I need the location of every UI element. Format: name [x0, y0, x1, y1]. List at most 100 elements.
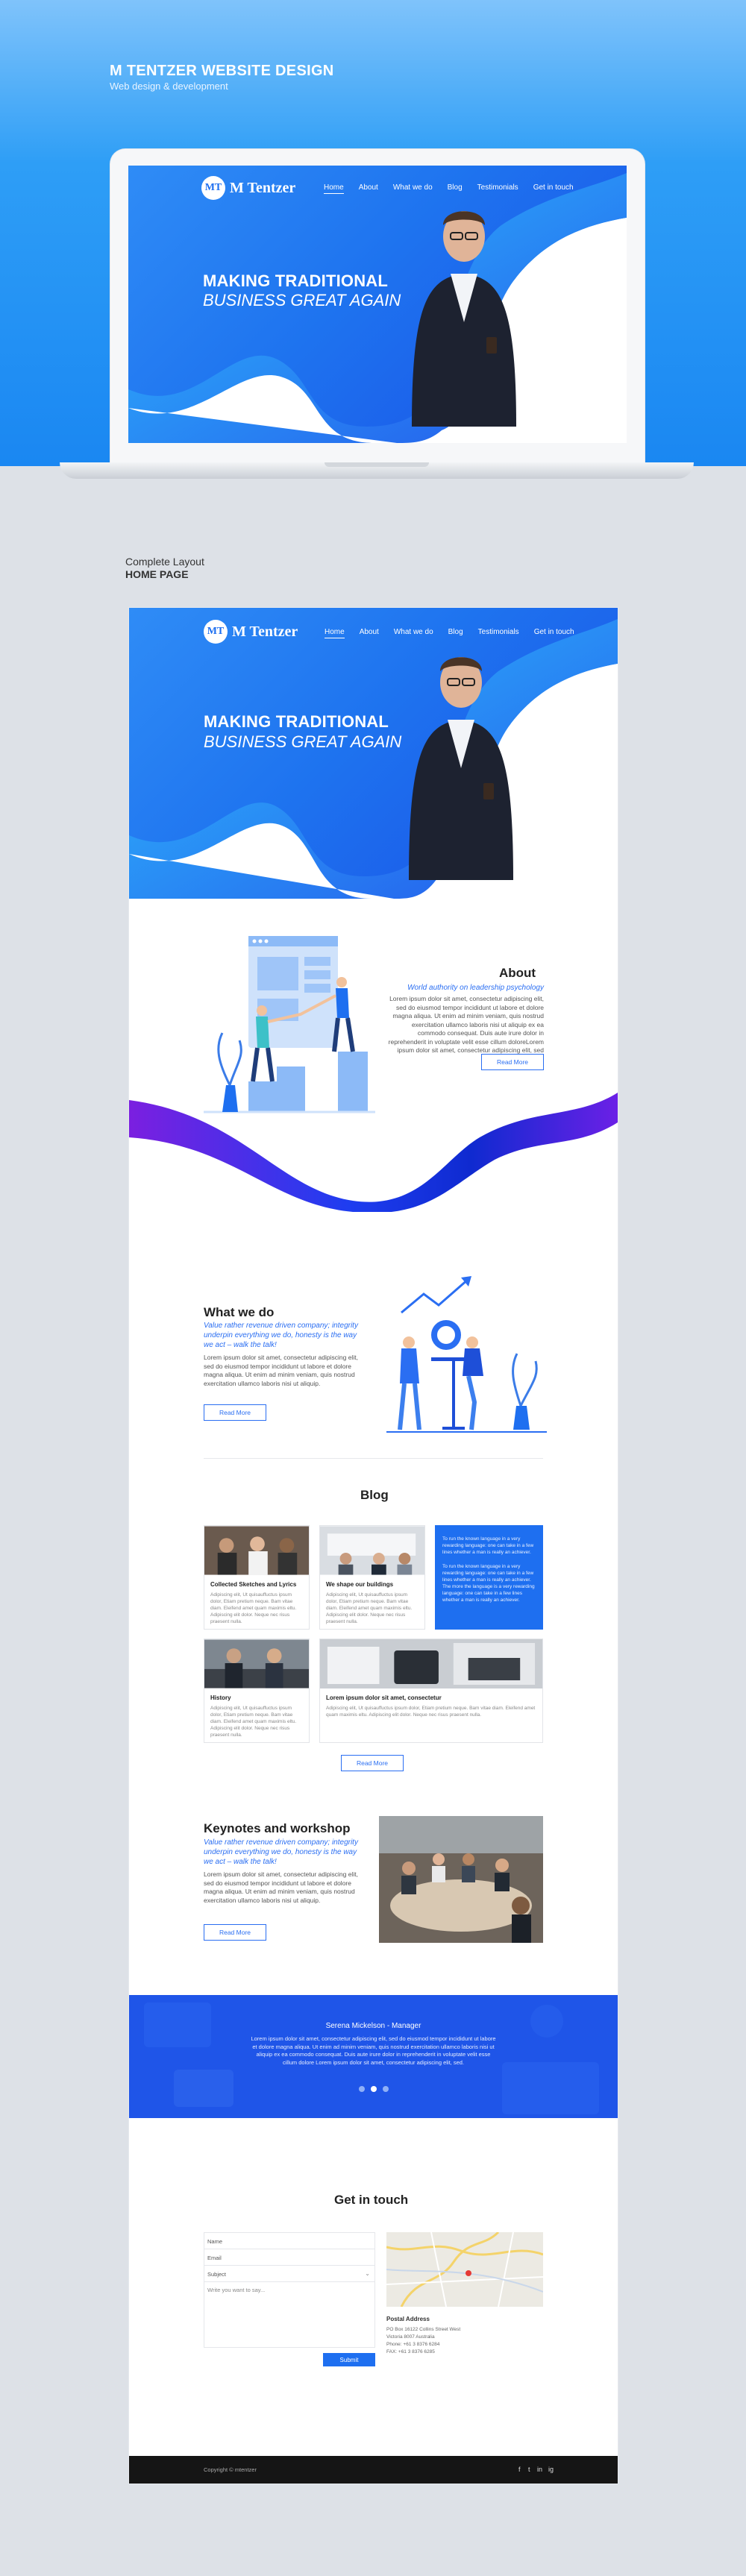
- layout-label-line2: HOME PAGE: [125, 568, 189, 580]
- nav-testimonials[interactable]: Testimonials: [477, 183, 518, 194]
- slider-dot-1[interactable]: [358, 2086, 365, 2092]
- page-hero: MT M Tentzer Home About What we do Blog …: [129, 608, 618, 899]
- page-nav-what-we-do[interactable]: What we do: [394, 628, 433, 638]
- nav-what-we-do[interactable]: What we do: [393, 183, 433, 194]
- blog-card-4-image: [320, 1639, 542, 1688]
- slider-dot-3[interactable]: [382, 2086, 389, 2092]
- submit-button[interactable]: Submit: [323, 2353, 375, 2366]
- blog-card-3-image: [204, 1639, 309, 1688]
- instagram-icon[interactable]: ig: [548, 2466, 554, 2473]
- whatwedo-title: What we do: [204, 1305, 275, 1319]
- hero-title-line1: MAKING TRADITIONAL: [203, 271, 389, 290]
- page-logo[interactable]: MT M Tentzer: [204, 620, 298, 644]
- chevron-down-icon: ⌄: [365, 2270, 370, 2277]
- keynotes-photo: [379, 1816, 543, 1943]
- page-nav-blog[interactable]: Blog: [448, 628, 463, 638]
- whatwedo-subtitle: Value rather revenue driven company; int…: [204, 1322, 358, 1349]
- nav-blog[interactable]: Blog: [448, 183, 463, 194]
- nav-about[interactable]: About: [359, 183, 378, 194]
- message-textarea[interactable]: Write you want to say...: [204, 2282, 374, 2349]
- businessman-photo: [412, 211, 516, 427]
- page-hero-line2: BUSINESS GREAT AGAIN: [204, 732, 402, 751]
- contact-map[interactable]: [386, 2232, 543, 2307]
- footer: Copyright © mtentzer f t in ig: [129, 2456, 618, 2484]
- site-nav: Home About What we do Blog Testimonials …: [324, 183, 574, 194]
- page-nav-about[interactable]: About: [360, 628, 379, 638]
- about-body: Lorem ipsum dolor sit amet, consectetur …: [388, 995, 544, 1054]
- page-logo-mark-icon: MT: [204, 620, 228, 644]
- whatwedo-read-more-button[interactable]: Read More: [204, 1404, 266, 1421]
- whatwedo-illustration: [386, 1276, 547, 1433]
- blog-card-2[interactable]: We shape our buildings Adipiscing elit, …: [319, 1525, 425, 1630]
- blog-card-4-body: Adipiscing elit, Ut quisauffuctus ipsum …: [326, 1706, 536, 1718]
- blog-card-3-title: History: [210, 1694, 231, 1701]
- laptop-notch: [325, 462, 429, 467]
- banner-subtitle: Web design & development: [110, 81, 228, 92]
- about-read-more-button[interactable]: Read More: [481, 1054, 544, 1070]
- keynotes-title: Keynotes and workshop: [204, 1821, 351, 1835]
- full-page-mockup: MT M Tentzer Home About What we do Blog …: [129, 608, 618, 2484]
- footer-copyright: Copyright © mtentzer: [204, 2466, 257, 2473]
- ribbon-divider: [129, 1093, 618, 1212]
- testimonial-section: Serena Mickelson - Manager Lorem ipsum d…: [129, 1995, 618, 2118]
- nav-get-in-touch[interactable]: Get in touch: [533, 183, 574, 194]
- name-field[interactable]: Name: [204, 2233, 374, 2249]
- keynotes-subtitle: Value rather revenue driven company; int…: [204, 1838, 358, 1866]
- layout-label-line1: Complete Layout: [125, 556, 204, 568]
- layout-label: Complete Layout HOME PAGE: [125, 556, 204, 581]
- subject-select-label: Subject: [207, 2271, 227, 2278]
- facebook-icon[interactable]: f: [518, 2466, 521, 2473]
- blog-card-1[interactable]: Collected Sketches and Lyrics Adipiscing…: [204, 1525, 310, 1630]
- address-fax: FAX: +61 3 8376 6285: [386, 2349, 435, 2354]
- page-nav-testimonials[interactable]: Testimonials: [478, 628, 519, 638]
- laptop-hero: MT M Tentzer Home About What we do Blog …: [128, 166, 627, 443]
- linkedin-icon[interactable]: in: [537, 2466, 542, 2473]
- blog-card-1-body: Adipiscing elit, Ut quisauffuctus ipsum …: [210, 1592, 297, 1624]
- blog-card-2-image: [320, 1526, 424, 1575]
- hero-title-line2: BUSINESS GREAT AGAIN: [203, 291, 401, 310]
- nav-home[interactable]: Home: [324, 183, 344, 194]
- keynotes-body: Lorem ipsum dolor sit amet, consectetur …: [204, 1870, 358, 1904]
- address-phone: Phone: +61 3 8376 6284: [386, 2342, 440, 2347]
- page-businessman-photo: [409, 657, 513, 880]
- about-subtitle: World authority on leadership psychology: [407, 984, 544, 992]
- site-logo[interactable]: MT M Tentzer: [201, 176, 295, 200]
- laptop-mockup: MT M Tentzer Home About What we do Blog …: [110, 149, 645, 466]
- address-line-1: PO Box 16122 Collins Street West: [386, 2327, 461, 2332]
- laptop-base: [60, 462, 694, 479]
- banner-title: M TENTZER WEBSITE DESIGN: [110, 63, 334, 79]
- blog-card-1-image: [204, 1526, 309, 1575]
- blog-card-3-body: Adipiscing elit, Ut quisauffuctus ipsum …: [210, 1706, 297, 1738]
- email-field[interactable]: Email: [204, 2249, 374, 2266]
- contact-title: Get in touch: [334, 2193, 409, 2207]
- testimonial-quote: Lorem ipsum dolor sit amet, consectetur …: [251, 2035, 496, 2066]
- slider-dot-2[interactable]: [370, 2086, 377, 2092]
- address-line-2: Victoria 8007 Australia: [386, 2334, 435, 2340]
- blog-card-1-title: Collected Sketches and Lyrics: [210, 1581, 297, 1588]
- logo-mark-icon: MT: [201, 176, 225, 200]
- twitter-icon[interactable]: t: [528, 2466, 530, 2473]
- page-logo-text: M Tentzer: [232, 623, 298, 640]
- blog-title: Blog: [360, 1488, 389, 1502]
- about-title: About: [499, 966, 536, 980]
- blog-feature-text-1: To run the known language in a very rewa…: [442, 1536, 534, 1555]
- whatwedo-body: Lorem ipsum dolor sit amet, consectetur …: [204, 1354, 358, 1387]
- section-separator: [204, 1458, 543, 1459]
- page-nav-get-in-touch[interactable]: Get in touch: [534, 628, 574, 638]
- page-nav: Home About What we do Blog Testimonials …: [325, 628, 574, 638]
- page-nav-home[interactable]: Home: [325, 628, 345, 638]
- address-title: Postal Address: [386, 2316, 430, 2322]
- address-block: PO Box 16122 Collins Street West Victori…: [386, 2326, 460, 2356]
- blog-card-3[interactable]: History Adipiscing elit, Ut quisauffuctu…: [204, 1639, 310, 1743]
- blog-feature-card[interactable]: To run the known language in a very rewa…: [435, 1525, 543, 1630]
- logo-text: M Tentzer: [230, 179, 296, 196]
- contact-form: Name Email Subject ⌄ Write you want to s…: [204, 2232, 375, 2348]
- blog-feature-text-2: To run the known language in a very rewa…: [442, 1564, 535, 1603]
- keynotes-read-more-button[interactable]: Read More: [204, 1924, 266, 1941]
- blog-card-4-title: Lorem ipsum dolor sit amet, consectetur: [326, 1694, 442, 1701]
- blog-card-2-body: Adipiscing elit, Ut quisauffuctus ipsum …: [326, 1592, 413, 1624]
- blog-card-4[interactable]: Lorem ipsum dolor sit amet, consectetur …: [319, 1639, 543, 1743]
- testimonial-name: Serena Mickelson - Manager: [325, 2022, 421, 2030]
- blog-read-more-button[interactable]: Read More: [341, 1755, 404, 1771]
- subject-select[interactable]: Subject ⌄: [204, 2266, 374, 2282]
